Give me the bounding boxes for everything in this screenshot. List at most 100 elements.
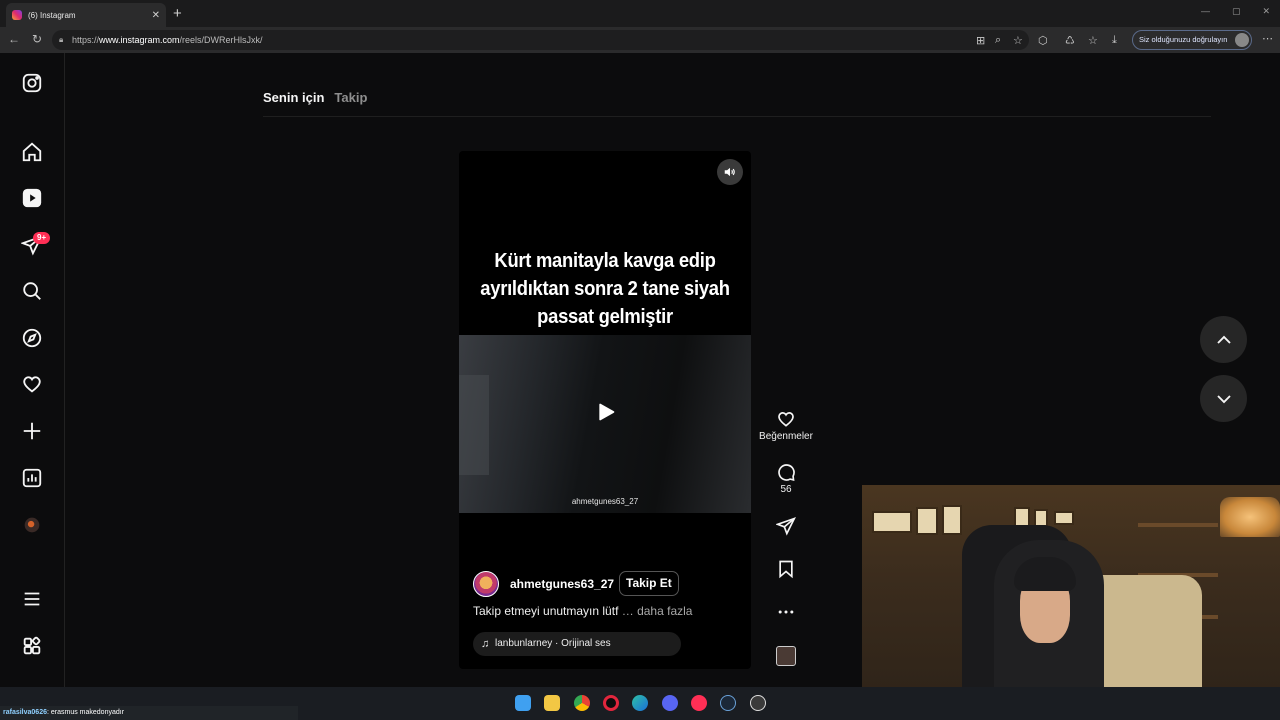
video-watermark: ahmetgunes63_27 [571,497,639,506]
follow-button[interactable]: Takip Et [619,571,679,596]
back-icon[interactable]: ← [8,32,20,46]
chat-overlay: rafasilva0626: erasmus makedonyadır [0,706,298,720]
extensions-icon[interactable]: ⬡ [1038,34,1048,47]
favorite-star-icon[interactable]: ☆ [1013,34,1023,47]
reels-icon[interactable] [20,186,44,210]
steam-icon[interactable] [720,695,736,711]
favorites-icon[interactable]: ☆ [1088,34,1098,47]
profile-button[interactable]: Siz olduğunuzu doğrulayın [1132,30,1252,50]
chrome-icon[interactable] [574,695,590,711]
tab-following[interactable]: Takip [334,90,367,105]
bookmark-icon [779,560,793,579]
chat-message: : erasmus makedonyadır [46,709,125,716]
wall-poster [872,511,912,533]
next-reel-button[interactable] [1200,375,1247,422]
heart-icon [778,412,794,427]
comments-count: 56 [780,484,792,495]
share-icon [776,517,796,536]
profile-text: Siz olduğunuzu doğrulayın [1139,35,1228,44]
also-from-meta-icon[interactable] [20,634,44,658]
browser-menu-icon[interactable]: ⋯ [1262,32,1273,45]
zoom-icon[interactable]: ⌕ [995,34,1001,47]
reel-caption[interactable]: Takip etmeyi unutmayın lütf … daha fazla [473,604,692,618]
instagram-logo-icon[interactable] [20,71,44,95]
author-username[interactable]: ahmetgunes63_27 [510,577,614,591]
webcam-overlay [862,485,1280,720]
author-avatar[interactable] [473,571,499,597]
overlay-line-1: Kürt manitayla kavga edip [494,250,716,272]
create-plus-icon[interactable] [20,419,44,443]
active-app-icon[interactable] [750,695,766,711]
app-available-icon[interactable]: ⊞ [976,34,985,47]
audio-thumbnail[interactable] [776,646,796,666]
more-options-button[interactable] [756,602,816,624]
address-toolbar: ← ↻ 🔒︎ https://www.instagram.com/reels/D… [0,27,1280,53]
file-explorer-icon[interactable] [544,695,560,711]
messages-badge: 9+ [33,232,51,244]
media-player-icon[interactable] [691,695,707,711]
play-icon[interactable] [596,402,616,422]
tab-for-you[interactable]: Senin için [263,90,324,105]
url-path: /reels/DWRerHlsJxk/ [179,35,263,45]
profile-avatar[interactable] [20,513,44,537]
minimize-button[interactable]: — [1201,6,1210,17]
browser-tab-bar: (6) Instagram ✕ + — ▢ ✕ [0,0,1280,27]
profile-avatar-icon [1235,33,1249,47]
close-window-button[interactable]: ✕ [1262,6,1270,17]
downloads-icon[interactable]: ⤓ [1112,34,1117,47]
wall-poster [942,505,962,535]
refresh-icon[interactable]: ↻ [32,32,42,46]
new-tab-button[interactable]: + [173,5,182,22]
audio-chip[interactable]: ♫ lanbunlarney · Orijinal ses [473,632,681,656]
chevron-up-icon [1216,335,1231,344]
site-info-icon[interactable]: 🔒︎ [59,30,63,50]
previous-reel-button[interactable] [1200,316,1247,363]
wall-poster [916,507,938,535]
shelf [1138,523,1218,527]
url-field[interactable]: 🔒︎ https://www.instagram.com/reels/DWRer… [52,30,1029,50]
more-menu-icon[interactable] [20,587,44,611]
tabs-divider [263,116,1211,117]
caption-text: Takip etmeyi unutmayın lütf [473,604,619,618]
browser-tab[interactable]: (6) Instagram ✕ [6,3,166,27]
window-controls: — ▢ ✕ [1201,6,1270,17]
overlay-line-3: passat gelmiştir [537,306,673,328]
overlay-line-2: ayrıldıktan sonra 2 tane siyah [480,278,730,300]
search-icon[interactable] [20,279,44,303]
comment-button[interactable]: 56 [756,462,816,495]
feed-tabs: Senin için Takip [263,90,367,105]
notifications-heart-icon[interactable] [20,372,44,396]
audio-label: lanbunlarney · Orijinal ses [495,638,611,649]
likes-label: Beğenmeler [759,431,813,442]
reel-player[interactable]: Kürt manitayla kavga edip ayrıldıktan so… [459,151,751,669]
windows-start-icon[interactable] [515,695,531,711]
edge-icon[interactable] [632,695,648,711]
home-icon[interactable] [20,140,44,164]
tab-title: (6) Instagram [28,10,76,20]
ellipsis-icon [778,610,794,614]
caption-more-link[interactable]: … daha fazla [622,604,693,618]
comment-icon [778,464,795,482]
chat-username: rafasilva0626 [3,709,47,716]
instagram-favicon-icon [12,10,22,20]
tab-close-icon[interactable]: ✕ [152,10,160,21]
music-note-icon: ♫ [481,638,490,650]
wall-poster [1054,511,1074,525]
streamer-hair [1014,557,1076,591]
like-button[interactable]: Beğenmeler [756,409,816,442]
url-prefix: https:// [72,35,100,45]
discord-icon[interactable] [662,695,678,711]
video-frame [459,335,751,513]
maximize-button[interactable]: ▢ [1232,6,1241,17]
volume-icon [724,167,735,177]
mute-toggle[interactable] [717,159,743,185]
save-button[interactable] [756,559,816,581]
lamp [1220,497,1280,537]
url-host: www.instagram.com [99,35,180,45]
wall-poster [1014,507,1030,527]
share-button[interactable] [756,516,816,538]
browser-essentials-icon[interactable]: ♺ [1065,34,1075,47]
dashboard-icon[interactable] [20,466,44,490]
explore-icon[interactable] [20,326,44,350]
opera-icon[interactable] [603,695,619,711]
